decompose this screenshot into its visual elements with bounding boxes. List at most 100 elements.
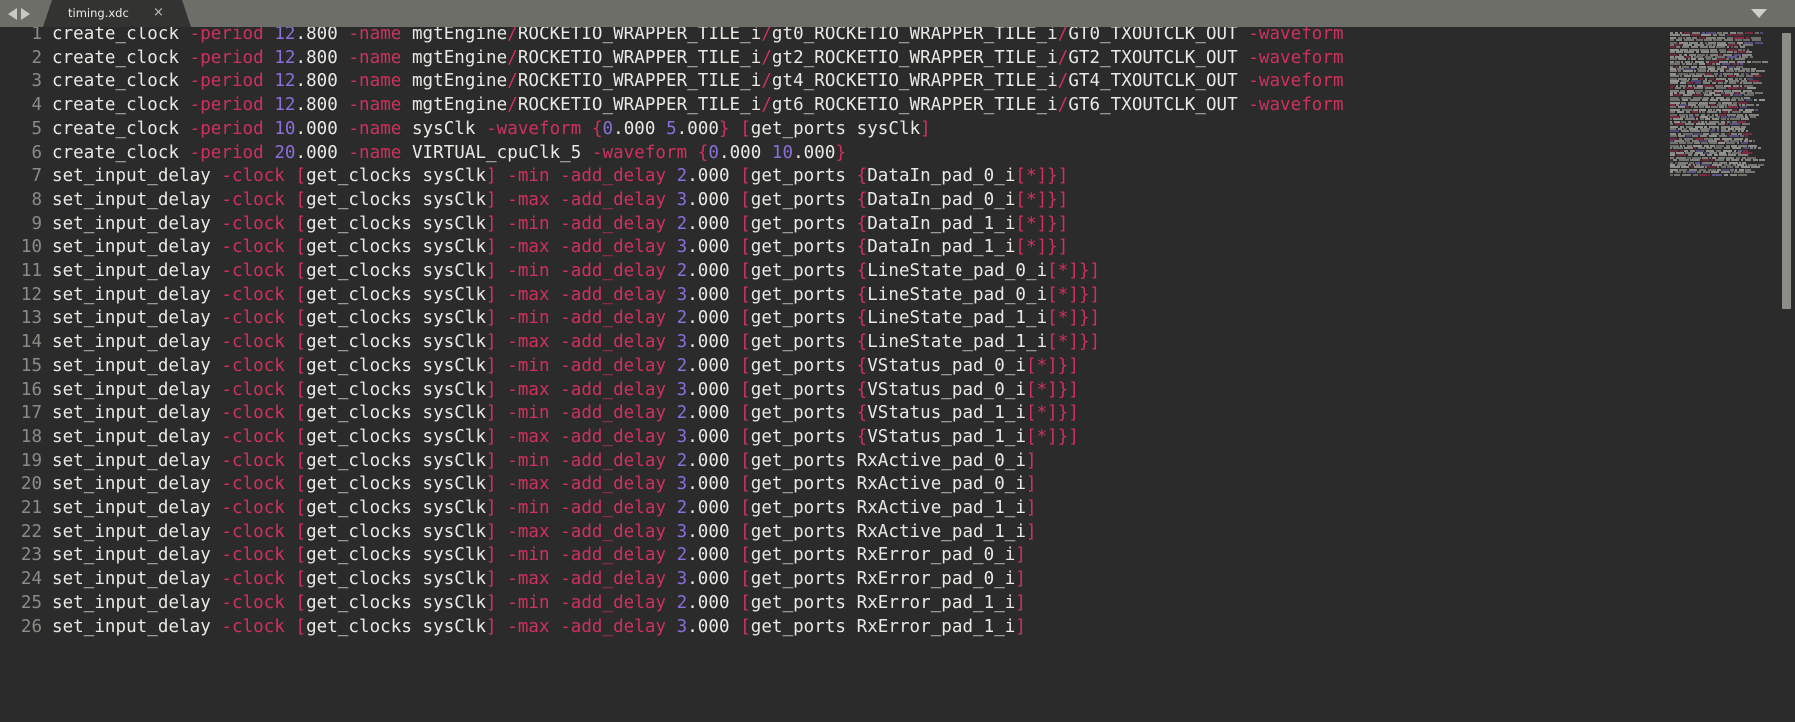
code-token: .000 (687, 213, 741, 234)
code-line[interactable]: set_input_delay -clock [get_clocks sysCl… (52, 307, 1100, 331)
code-line[interactable]: create_clock -period 20.000 -name VIRTUA… (52, 142, 846, 166)
code-line[interactable]: create_clock -period 12.800 -name mgtEng… (52, 70, 1344, 94)
code-token: -add_delay (560, 261, 667, 281)
code-token: [ (740, 403, 751, 424)
minimap-token (1745, 32, 1753, 34)
code-line[interactable]: set_input_delay -clock [get_clocks sysCl… (52, 568, 1026, 592)
minimap-token (1750, 116, 1756, 118)
close-icon[interactable]: × (153, 5, 164, 20)
code-token: -add_delay (560, 592, 667, 613)
code-token: [ (740, 166, 751, 187)
code-token: } (1057, 403, 1069, 424)
line-number-gutter: 1 2 3 4 5 6 7 8 9 10 11 12 13 14 15 16 17 18 19 20 21 22 23 24 2… (0, 27, 46, 722)
code-token: -min (507, 355, 550, 376)
line-number: 1 (31, 27, 42, 44)
code-line[interactable]: set_input_delay -clock [get_clocks sysCl… (52, 189, 1068, 213)
code-token: get_clocks sysClk (306, 403, 487, 424)
code-line[interactable]: set_input_delay -clock [get_clocks sysCl… (52, 473, 1037, 497)
code-line[interactable]: set_input_delay -clock [get_clocks sysCl… (52, 450, 1037, 474)
code-content[interactable]: create_clock -period 12.800 -name mgtEng… (46, 27, 1666, 722)
code-line[interactable]: set_input_delay -clock [get_clocks sysCl… (52, 592, 1026, 616)
minimap-token (1758, 147, 1761, 150)
code-token: set_input_delay (52, 426, 222, 447)
code-line[interactable]: create_clock -period 10.000 -name sysClk… (52, 118, 931, 142)
minimap-token (1670, 173, 1673, 176)
code-token: ] (1015, 616, 1026, 637)
code-token: 0 (708, 142, 719, 163)
code-token: } (1047, 189, 1058, 210)
code-token: .000 (687, 569, 741, 590)
nav-back-icon[interactable] (8, 7, 17, 20)
code-line[interactable]: create_clock -period 12.800 -name mgtEng… (52, 27, 1344, 47)
code-token: .000 (687, 284, 741, 305)
code-token: get_ports RxActive_pad_0_i (750, 450, 1026, 471)
code-token: -add_delay (560, 355, 667, 376)
code-token: -add_delay (560, 332, 667, 353)
code-token: / (1057, 71, 1069, 92)
minimap-token (1759, 159, 1765, 162)
code-token: sysClk (401, 118, 487, 139)
code-minimap[interactable] (1668, 32, 1768, 179)
code-token: .800 (295, 95, 349, 116)
code-token: VStatus_pad_0_i (867, 379, 1026, 400)
code-line[interactable]: set_input_delay -clock [get_clocks sysCl… (52, 497, 1037, 521)
code-token: get_ports RxError_pad_1_i (750, 592, 1016, 613)
code-token: { (856, 426, 868, 447)
code-token: set_input_delay (52, 498, 222, 518)
code-token: create_clock (52, 27, 190, 44)
chevron-down-icon[interactable] (1751, 9, 1767, 18)
code-editor[interactable]: 1 2 3 4 5 6 7 8 9 10 11 12 13 14 15 16 17 18 19 20 21 22 23 24 2… (0, 27, 1795, 722)
code-line[interactable]: set_input_delay -clock [get_clocks sysCl… (52, 165, 1068, 189)
code-line[interactable]: set_input_delay -clock [get_clocks sysCl… (52, 544, 1026, 568)
code-token: / (761, 71, 772, 92)
code-token: [ (740, 450, 751, 471)
code-token: VStatus_pad_1_i (867, 403, 1026, 424)
code-line[interactable]: create_clock -period 12.800 -name mgtEng… (52, 94, 1344, 118)
code-line[interactable]: set_input_delay -clock [get_clocks sysCl… (52, 616, 1026, 640)
code-line[interactable]: create_clock -period 12.800 -name mgtEng… (52, 47, 1344, 71)
code-token: -add_delay (560, 498, 667, 518)
code-line[interactable]: set_input_delay -clock [get_clocks sysCl… (52, 213, 1068, 237)
code-token: -name (348, 118, 402, 139)
code-token: create_clock (52, 71, 190, 92)
code-line[interactable]: set_input_delay -clock [get_clocks sysCl… (52, 379, 1079, 403)
code-token: -clock (221, 166, 285, 187)
code-token: { (856, 237, 868, 258)
code-token: set_input_delay (52, 474, 222, 495)
tab-nav-arrows[interactable] (4, 5, 40, 22)
code-token: -waveform (486, 118, 582, 139)
tab-timing-xdc[interactable]: timing.xdc × (43, 0, 191, 27)
code-token: -clock (221, 355, 285, 376)
minimap-token (1755, 32, 1759, 34)
code-token: { (856, 261, 868, 281)
code-token: ] (920, 118, 931, 139)
code-token: ] (486, 213, 497, 234)
code-token: 10 (771, 142, 794, 163)
code-line[interactable]: set_input_delay -clock [get_clocks sysCl… (52, 426, 1079, 450)
code-token: LineState_pad_1_i (867, 308, 1048, 329)
code-token: ROCKETIO_WRAPPER_TILE_i (517, 47, 762, 68)
vertical-scrollbar[interactable] (1779, 27, 1795, 722)
code-token: get_ports RxError_pad_0_i (750, 569, 1016, 590)
code-token: -period (189, 95, 264, 116)
code-line[interactable]: set_input_delay -clock [get_clocks sysCl… (52, 402, 1079, 426)
code-line[interactable]: set_input_delay -clock [get_clocks sysCl… (52, 284, 1100, 308)
code-line[interactable]: set_input_delay -clock [get_clocks sysCl… (52, 260, 1100, 284)
code-line[interactable]: set_input_delay -clock [get_clocks sysCl… (52, 521, 1037, 545)
code-line[interactable]: set_input_delay -clock [get_clocks sysCl… (52, 331, 1100, 355)
code-token: [ (740, 332, 751, 353)
nav-forward-icon[interactable] (21, 7, 30, 20)
code-line[interactable]: set_input_delay -clock [get_clocks sysCl… (52, 236, 1068, 260)
scrollbar-thumb[interactable] (1782, 33, 1791, 309)
code-line[interactable]: set_input_delay -clock [get_clocks sysCl… (52, 355, 1079, 379)
